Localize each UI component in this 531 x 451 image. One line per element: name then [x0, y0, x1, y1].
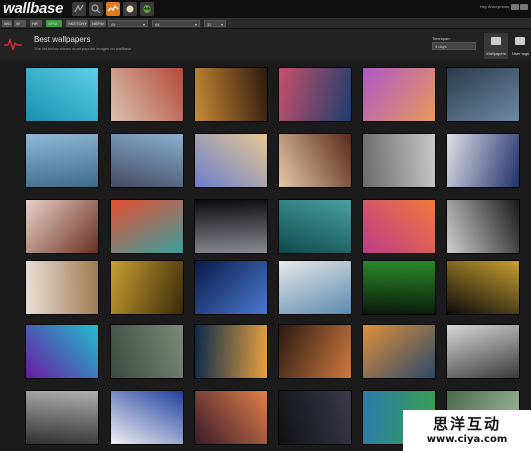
tab-wallpapers-label: Wallpapers [486, 51, 506, 56]
watermark: 思洋互动 www.ciya.com [403, 410, 531, 451]
wallpaper-thumbnail-woman-doorway[interactable] [25, 390, 99, 445]
filter-w[interactable]: W [14, 20, 26, 27]
wallpaper-thumbnail-purple-abstract[interactable] [362, 67, 436, 122]
per-page-select[interactable]: 32 ▾ [204, 20, 226, 27]
logo[interactable]: wallbase [3, 0, 63, 18]
filter-bar: WG W HR SFW SKETCHY NSFW All ▾ All ▾ 32 … [0, 19, 531, 29]
resolution-select-value: All [111, 22, 116, 27]
wallpaper-thumbnail-shattered-glass[interactable] [194, 324, 268, 379]
wallpaper-thumbnail-brunette-portrait[interactable] [25, 199, 99, 254]
wallpaper-thumbnail-dark-nebula[interactable] [446, 67, 520, 122]
wallpapers-icon [491, 37, 501, 45]
watermark-line1: 思洋互动 [432, 415, 501, 433]
wallpaper-thumbnail-sunset-clouds[interactable] [194, 67, 268, 122]
wallpaper-thumbnail-ruined-city[interactable] [110, 324, 184, 379]
wallpaper-thumbnail-green-code[interactable] [362, 260, 436, 315]
timespan-select-value: 3 days [435, 44, 447, 49]
wallpaper-thumbnail-snowy-mountains[interactable] [25, 133, 99, 188]
tab-user-tags[interactable]: User tags [510, 33, 531, 59]
wallpaper-thumbnail-castle-fog[interactable] [362, 133, 436, 188]
wallpaper-thumbnail-purple-mountains[interactable] [362, 199, 436, 254]
wallpaper-thumbnail-woman-pool[interactable] [25, 67, 99, 122]
filter-sfw[interactable]: SFW [46, 20, 62, 27]
account-text[interactable]: Hey Anonymous [480, 4, 509, 9]
wallpaper-thumbnail-galaxy-spiral[interactable] [194, 260, 268, 315]
wallpaper-thumbnail-bokeh-lights[interactable] [194, 390, 268, 445]
wallpaper-thumbnail-fantasy-girl[interactable] [278, 133, 352, 188]
wallpaper-thumbnail-redhead-bed[interactable] [110, 67, 184, 122]
wallpaper-thumbnail-blonde-portrait[interactable] [25, 260, 99, 315]
wallpaper-thumbnail-minions-crowd[interactable] [110, 260, 184, 315]
aspect-select[interactable]: All ▾ [152, 20, 200, 27]
timespan-label: Timespan: [432, 36, 451, 41]
favorites-icon[interactable] [123, 2, 137, 16]
wallpaper-thumbnail-dark-horizon[interactable] [278, 390, 352, 445]
wallpaper-thumbnail-mouse-ears-girl[interactable] [278, 260, 352, 315]
chevron-down-icon: ▾ [194, 22, 197, 27]
page-subtitle: The list below shows most popular images… [34, 46, 132, 51]
search-icon[interactable] [89, 2, 103, 16]
filter-hr[interactable]: HR [30, 20, 42, 27]
chevron-down-icon: ▾ [220, 22, 223, 27]
pulse-icon [4, 37, 22, 56]
wallpaper-thumbnail-anime-beach[interactable] [194, 133, 268, 188]
random-icon[interactable] [72, 2, 86, 16]
wallpaper-thumbnail-daft-punk-helmets[interactable] [446, 260, 520, 315]
tab-wallpapers[interactable]: Wallpapers [484, 33, 508, 59]
alien-icon[interactable] [140, 2, 154, 16]
wallpaper-thumbnail-sunset-lake[interactable] [362, 324, 436, 379]
wallpaper-thumbnail-black-car[interactable] [446, 199, 520, 254]
settings-icon[interactable] [520, 4, 528, 10]
timespan-select[interactable]: 3 days [432, 42, 476, 50]
user-tags-icon [515, 37, 525, 45]
aspect-select-value: All [155, 22, 160, 27]
wallpaper-thumbnail-ocean-sunset[interactable] [278, 67, 352, 122]
resolution-select[interactable]: All ▾ [108, 20, 148, 27]
page-header: Best wallpapers The list below shows mos… [0, 29, 531, 61]
filter-sketchy[interactable]: SKETCHY [66, 20, 88, 27]
messages-icon[interactable] [511, 4, 519, 10]
wallpaper-thumbnail-mask-figure[interactable] [110, 133, 184, 188]
wallpaper-thumbnail-cosmic-explosion[interactable] [278, 324, 352, 379]
per-page-select-value: 32 [207, 22, 212, 27]
wallpaper-thumbnail-superman-comic[interactable] [110, 390, 184, 445]
wallpaper-thumbnail-dragon-teal[interactable] [278, 199, 352, 254]
filter-wg[interactable]: WG [2, 20, 12, 27]
chevron-down-icon: ▾ [142, 22, 145, 27]
watermark-line2: www.ciya.com [426, 434, 508, 445]
wallpaper-thumbnail-neon-triangle[interactable] [25, 324, 99, 379]
tab-user-tags-label: User tags [511, 51, 530, 56]
wallpaper-thumbnail-colorful-feathers[interactable] [110, 199, 184, 254]
toplist-icon[interactable] [106, 2, 120, 16]
wallpaper-thumbnail-anime-warrior[interactable] [446, 133, 520, 188]
filter-nsfw[interactable]: NSFW [90, 20, 106, 27]
page-title: Best wallpapers [34, 35, 91, 44]
wallpaper-thumbnail-mech-robot[interactable] [446, 324, 520, 379]
top-bar: wallbase Hey Anonymous [0, 0, 531, 19]
wallpaper-thumbnail-astronaut-helmet[interactable] [194, 199, 268, 254]
